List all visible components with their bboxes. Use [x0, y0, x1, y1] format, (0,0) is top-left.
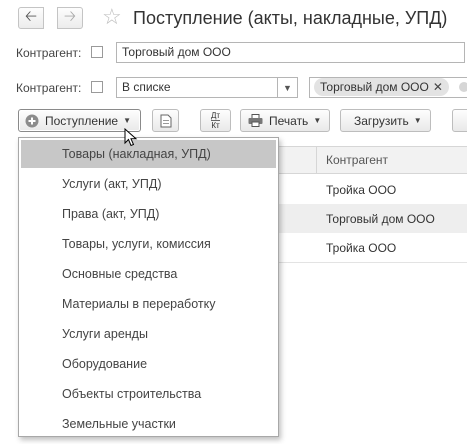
counterparty-list-filter-label: Контрагент: — [16, 81, 82, 95]
print-button[interactable]: Печать ▼ — [240, 109, 330, 132]
chevron-down-icon: ▼ — [413, 116, 422, 125]
chevron-down-icon: ▼ — [123, 116, 132, 125]
tag-overflow-indicator — [459, 82, 467, 92]
column-divider — [316, 146, 317, 174]
arrow-left-icon: 🡠 — [24, 7, 38, 25]
print-button-label: Печать — [269, 113, 309, 128]
back-button[interactable]: 🡠 — [18, 7, 44, 29]
condition-dropdown-button[interactable]: ▼ — [278, 77, 298, 98]
kt-label: Кт — [211, 120, 220, 130]
arrow-right-icon: 🡢 — [63, 7, 77, 25]
forward-button[interactable]: 🡢 — [57, 7, 83, 29]
counterparty-filter-label: Контрагент: — [16, 46, 82, 60]
menu-item-construction[interactable]: Объекты строительства — [21, 380, 276, 408]
menu-item-land-plots[interactable]: Земельные участки — [21, 410, 276, 438]
column-header-counterparty[interactable]: Контрагент — [326, 153, 388, 167]
chevron-down-icon: ▼ — [283, 82, 292, 93]
menu-item-goods[interactable]: Товары (накладная, УПД) — [21, 140, 276, 168]
counterparty-tag: Торговый дом ООО ✕ — [314, 78, 449, 96]
receipt-button[interactable]: Поступление ▼ — [18, 109, 141, 132]
table-divider — [277, 262, 467, 263]
table-cell-counterparty: Торговый дом ООО — [326, 212, 435, 226]
chevron-down-icon: ▼ — [313, 116, 322, 125]
page-title: Поступление (акты, накладные, УПД) — [133, 8, 448, 28]
star-icon[interactable]: ☆ — [102, 4, 122, 30]
copy-button[interactable] — [152, 109, 179, 132]
receipt-dropdown-menu: Товары (накладная, УПД) Услуги (акт, УПД… — [18, 137, 279, 437]
add-icon — [25, 114, 39, 127]
close-icon[interactable]: ✕ — [433, 80, 443, 94]
menu-item-goods-services-commission[interactable]: Товары, услуги, комиссия — [21, 230, 276, 258]
menu-item-services[interactable]: Услуги (акт, УПД) — [21, 170, 276, 198]
mouse-cursor-icon — [124, 128, 138, 147]
menu-item-fixed-assets[interactable]: Основные средства — [21, 260, 276, 288]
menu-item-materials-processing[interactable]: Материалы в переработку — [21, 290, 276, 318]
counterparty-filter-input[interactable]: Торговый дом ООО — [116, 42, 465, 63]
more-button[interactable] — [452, 109, 467, 132]
receipt-button-label: Поступление — [45, 113, 119, 128]
condition-select[interactable]: В списке — [116, 77, 278, 98]
menu-item-rental-services[interactable]: Услуги аренды — [21, 320, 276, 348]
printer-icon — [248, 114, 263, 127]
load-button-label: Загрузить — [354, 113, 409, 128]
counterparty-filter-checkbox[interactable] — [91, 46, 103, 58]
load-button[interactable]: Загрузить ▼ — [340, 109, 431, 132]
dt-label: Дт — [210, 111, 221, 120]
table-cell-counterparty: Тройка ООО — [326, 241, 397, 255]
menu-item-equipment[interactable]: Оборудование — [21, 350, 276, 378]
counterparty-list-filter-checkbox[interactable] — [91, 81, 103, 93]
menu-item-rights[interactable]: Права (акт, УПД) — [21, 200, 276, 228]
table-cell-counterparty: Тройка ООО — [326, 183, 397, 197]
tag-label: Торговый дом ООО — [320, 80, 429, 94]
dt-kt-button[interactable]: Дт Кт — [200, 109, 231, 132]
document-icon — [160, 114, 171, 127]
